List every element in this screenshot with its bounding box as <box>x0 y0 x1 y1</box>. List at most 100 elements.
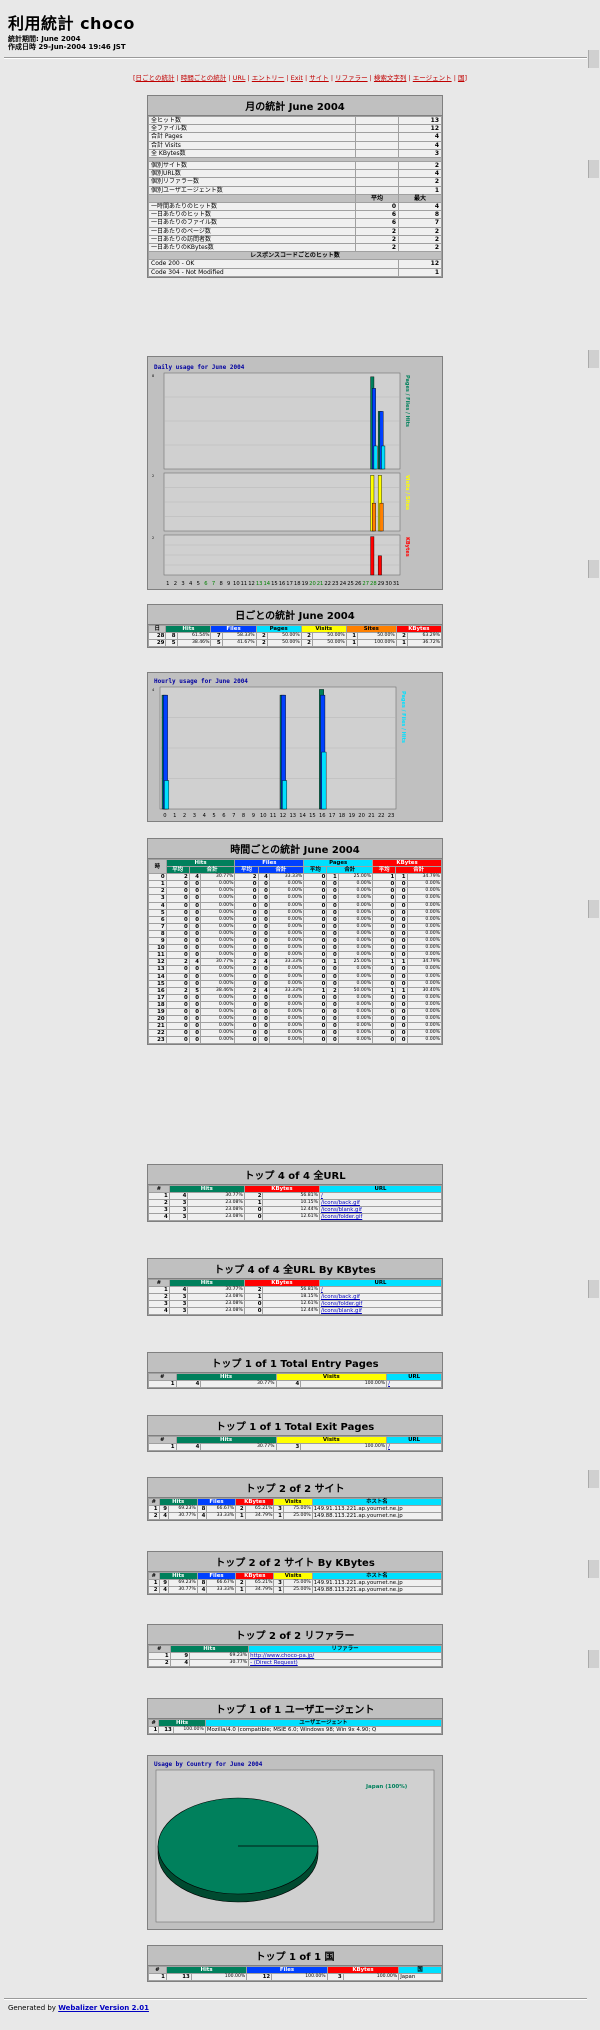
avg-cell: 0 <box>303 993 328 1002</box>
url-link[interactable]: / <box>388 1444 390 1450</box>
avg-cell: 0 <box>234 1015 259 1024</box>
sites-header: Sites <box>345 624 397 634</box>
table-row: 1 9 69.23% 8 66.67% 2 65.21% 3 75.00% 149.91.113.… <box>148 1505 443 1514</box>
total-subheader: 合計 <box>188 866 236 875</box>
avg-cell: 0 <box>234 901 259 910</box>
nav-link-5[interactable]: サイト <box>309 74 329 82</box>
side-tab <box>588 1280 599 1298</box>
kb-header: KBytes <box>243 1184 320 1194</box>
rank-cell: 1 <box>148 1505 160 1514</box>
url-link[interactable]: /icons/blank.gif <box>321 1308 362 1314</box>
stat-value: 2 <box>398 161 442 171</box>
percent-cell: 0.00% <box>406 944 443 953</box>
hour-tick-label: 13 <box>289 813 296 819</box>
country-title: トップ 1 of 1 国 <box>148 1946 442 1966</box>
table-header-row: # Hits KBytes URL <box>148 1184 443 1194</box>
url-cell: / <box>318 1192 443 1201</box>
host-header: ホスト名 <box>311 1497 443 1507</box>
avg-cell: 2 <box>234 986 259 995</box>
nav-link-2[interactable]: URL <box>233 74 246 82</box>
url-link[interactable]: /icons/blank.gif <box>321 1207 362 1213</box>
percent-cell: 0.00% <box>337 894 374 903</box>
url-link[interactable]: / <box>321 1287 323 1293</box>
bar-sites-28 <box>372 502 376 532</box>
total-cell: 0 <box>188 979 202 988</box>
table-row: 23 0 0 0.00% 0 0 0.00% 0 0 0.00% 0 0 0.00% <box>148 1036 443 1045</box>
percent-cell: 0.00% <box>337 929 374 939</box>
day-tick-label: 11 <box>241 581 248 587</box>
total-cell: 0 <box>257 1007 270 1017</box>
stat-label: 個別サイト数 <box>148 161 356 171</box>
sites-kb-title: トップ 2 of 2 サイト By KBytes <box>148 1552 442 1572</box>
hour-cell: 4 <box>148 901 167 910</box>
url-link[interactable]: / <box>388 1381 390 1387</box>
table-row: 10 0 0 0.00% 0 0 0.00% 0 0 0.00% 0 0 0.00% <box>148 944 443 953</box>
count-cell: 3 <box>168 1199 189 1208</box>
day-tick-label: 30 <box>385 581 392 587</box>
monthly-stats-table: 全ヒット数 13 全ファイル数 12 合計 Pages 4 合計 Visits 4 全 KByt… <box>148 115 442 277</box>
avg-cell: 0 <box>234 894 259 903</box>
percent-cell: 100.00% <box>172 1726 206 1735</box>
url-link[interactable]: /icons/back.gif <box>321 1294 360 1300</box>
total-subheader: 合計 <box>395 866 442 875</box>
total-cell: 0 <box>188 1000 202 1009</box>
nav-link-6[interactable]: リファラー <box>335 74 368 82</box>
table-row: 0 2 4 30.77% 2 4 33.33% 0 1 25.00% 1 1 34.79% <box>148 873 443 882</box>
percent-cell: 0.00% <box>200 1000 236 1009</box>
nav-link-0[interactable]: 日ごとの統計 <box>136 74 175 82</box>
count-cell: 3 <box>326 1973 344 1982</box>
percent-cell: 0.00% <box>200 887 236 896</box>
percent-cell: 30.77% <box>168 1586 198 1595</box>
nav-link-4[interactable]: Exit <box>291 74 303 82</box>
daily-header-row: 日 Hits Files Pages Visits Sites KBytes <box>147 624 443 634</box>
nav-link-1[interactable]: 時間ごとの統計 <box>181 74 226 82</box>
url-link[interactable]: http://www.choco-pa.jp/ <box>250 1653 314 1659</box>
total-cell: 0 <box>326 1022 339 1031</box>
stat-label: 一時間あたりのヒット数 <box>148 202 356 212</box>
total-cell: 0 <box>257 972 270 981</box>
avg-cell: 0 <box>372 979 397 988</box>
percent-cell: 0.00% <box>337 1000 374 1009</box>
url-link[interactable]: /icons/folder.gif <box>321 1214 362 1220</box>
rank-cell: 1 <box>148 1443 177 1452</box>
nav-link-8[interactable]: エージェント <box>413 74 452 82</box>
total-cell: 0 <box>395 951 408 960</box>
avg-cell: 0 <box>372 1000 397 1009</box>
stat-label: 一日あたりのヒット数 <box>148 210 356 220</box>
url-link[interactable]: /icons/back.gif <box>321 1200 360 1206</box>
avg-cell: 0 <box>234 880 259 889</box>
count-cell: 2 <box>300 639 313 648</box>
percent-cell: 12.61% <box>262 1300 320 1309</box>
total-subheader: 合計 <box>257 866 305 875</box>
hour-cell: 19 <box>148 1007 167 1017</box>
avg-cell: 0 <box>165 894 190 903</box>
avg-cell: 0 <box>234 1036 259 1045</box>
percent-cell: 34.79% <box>244 1512 275 1521</box>
percent-cell: 30.77% <box>200 1443 277 1452</box>
count-cell: 0 <box>243 1213 264 1222</box>
avg-cell: 0 <box>234 944 259 953</box>
side-tab <box>588 1470 599 1488</box>
total-cell: 0 <box>326 880 339 889</box>
avg-cell: 0 <box>372 1007 397 1017</box>
percent-cell: 0.00% <box>200 929 236 939</box>
daily-usage-chart: Daily usage for June 2004 8 Pages / Files … <box>147 356 443 590</box>
url-link[interactable]: /icons/folder.gif <box>321 1301 362 1307</box>
avg-cell: 0 <box>372 1029 397 1038</box>
avg-cell: 0 <box>372 887 397 896</box>
hour-cell: 3 <box>148 894 167 903</box>
day-tick-label: 31 <box>393 581 400 587</box>
stat-empty <box>355 185 399 195</box>
nav-link-3[interactable]: エントリー <box>252 74 285 82</box>
avg-value: 6 <box>355 218 399 228</box>
day-cell: 29 <box>147 639 167 648</box>
avg-cell: 0 <box>165 937 190 946</box>
url-link[interactable]: / <box>321 1193 323 1199</box>
avg-cell: 0 <box>303 901 328 910</box>
url-link[interactable]: - (Direct Request) <box>250 1660 298 1666</box>
webalizer-link[interactable]: Webalizer Version 2.01 <box>58 2004 149 2012</box>
count-cell: 5 <box>210 639 223 648</box>
count-cell: 2 <box>235 1579 246 1588</box>
stat-row: 個別URL数 4 <box>148 169 442 179</box>
nav-link-7[interactable]: 検索文字列 <box>374 74 407 82</box>
